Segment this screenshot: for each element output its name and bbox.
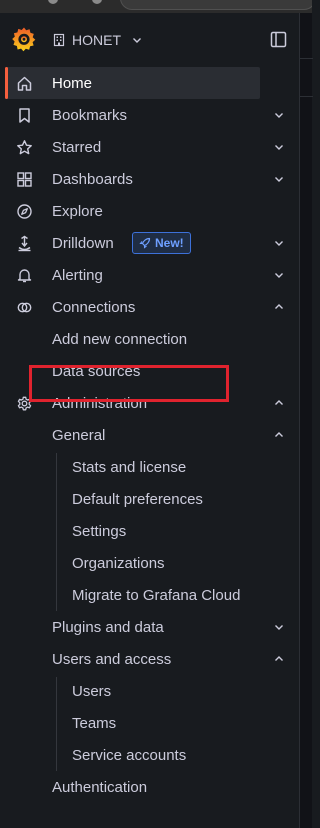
nav-item-users[interactable]: Users: [0, 675, 299, 707]
nav-item-label: Organizations: [72, 554, 165, 572]
nav-item-alerting[interactable]: Alerting: [0, 259, 299, 291]
sidebar-header: HONET: [0, 13, 299, 65]
nav-item-label: Alerting: [52, 266, 103, 284]
nav-item-migrate-to-grafana-cloud[interactable]: Migrate to Grafana Cloud: [0, 579, 299, 611]
nav-item-label: General: [52, 426, 106, 444]
nav-item-label: Stats and license: [72, 458, 187, 476]
nav-item-label: Users: [72, 682, 112, 700]
nav-item-label: Add new connection: [52, 330, 188, 348]
highlight-annotation-box: [29, 365, 229, 402]
link-icon: [17, 302, 32, 313]
browser-chrome-strip: [0, 0, 312, 13]
active-item-indicator: [5, 67, 8, 99]
nav-item-label: Plugins and data: [52, 618, 164, 636]
nav-item-label: Settings: [72, 522, 127, 540]
active-item-background: [5, 67, 260, 99]
nav-item-label: Explore: [52, 202, 103, 220]
nav-item-settings[interactable]: Settings: [0, 515, 299, 547]
nav-item-dashboards[interactable]: Dashboards: [0, 163, 299, 195]
chevron-down-icon: [133, 38, 141, 43]
bell-icon: [17, 269, 32, 283]
nav-item-label: Dashboards: [52, 170, 133, 188]
home-icon: [17, 76, 32, 91]
badge-label: New!: [155, 236, 184, 250]
nav-item-default-preferences[interactable]: Default preferences: [0, 483, 299, 515]
nav-item-plugins-and-data[interactable]: Plugins and data: [0, 611, 299, 643]
bookmark-icon: [19, 108, 30, 123]
nav-item-home[interactable]: Home: [0, 67, 299, 99]
nav-item-label: Bookmarks: [52, 106, 128, 124]
nav-item-stats-and-license[interactable]: Stats and license: [0, 451, 299, 483]
nav-item-label: Teams: [72, 714, 117, 732]
dashboard-grid-icon: [17, 172, 32, 187]
compass-icon: [17, 204, 32, 219]
nav-item-label: Service accounts: [72, 746, 187, 764]
chevron-up-icon[interactable]: [273, 397, 285, 409]
nav-item-label: Drilldown: [52, 234, 114, 252]
nav-item-label: Starred: [52, 138, 102, 156]
nav-item-authentication[interactable]: Authentication: [0, 771, 299, 803]
nav-item-label: Users and access: [52, 650, 172, 668]
new-badge: New!: [132, 232, 191, 254]
building-icon: [53, 33, 65, 47]
nav-item-connections[interactable]: Connections: [0, 291, 299, 323]
main-content-edge: [299, 13, 313, 828]
dock-menu-icon[interactable]: [270, 31, 287, 48]
nav-item-drilldown[interactable]: Drilldown New!: [0, 227, 299, 259]
nav-item-bookmarks[interactable]: Bookmarks: [0, 99, 299, 131]
chevron-down-icon[interactable]: [273, 173, 285, 185]
nav-item-label: Connections: [52, 298, 136, 316]
browser-back-icon[interactable]: [48, 0, 58, 4]
nav-sidebar: HONET Home Bookmarks Starred Dashboards …: [0, 13, 299, 828]
nav-item-general[interactable]: General: [0, 419, 299, 451]
browser-reload-icon[interactable]: [92, 0, 102, 4]
chevron-up-icon[interactable]: [273, 301, 285, 313]
nav-item-label: Migrate to Grafana Cloud: [72, 586, 241, 604]
org-switcher[interactable]: HONET: [52, 30, 143, 50]
nav-item-service-accounts[interactable]: Service accounts: [0, 739, 299, 771]
browser-address-bar[interactable]: [120, 0, 312, 10]
chevron-up-icon[interactable]: [273, 653, 285, 665]
nav-item-add-new-connection[interactable]: Add new connection: [0, 323, 299, 355]
rocket-icon: [139, 237, 151, 249]
chevron-down-icon[interactable]: [273, 269, 285, 281]
chevron-down-icon[interactable]: [273, 237, 285, 249]
org-name: HONET: [72, 32, 121, 48]
chevron-down-icon[interactable]: [273, 109, 285, 121]
nav-item-label: Home: [52, 74, 93, 92]
star-icon: [17, 140, 32, 155]
grafana-logo-icon[interactable]: [11, 26, 37, 52]
nav-item-starred[interactable]: Starred: [0, 131, 299, 163]
chevron-down-icon[interactable]: [273, 621, 285, 633]
nav-item-organizations[interactable]: Organizations: [0, 547, 299, 579]
chevron-down-icon[interactable]: [273, 141, 285, 153]
nav-item-users-and-access[interactable]: Users and access: [0, 643, 299, 675]
nav-item-explore[interactable]: Explore: [0, 195, 299, 227]
drilldown-icon: [18, 235, 31, 252]
nav-item-label: Authentication: [52, 778, 148, 796]
nav-item-teams[interactable]: Teams: [0, 707, 299, 739]
chevron-up-icon[interactable]: [273, 429, 285, 441]
nav-item-label: Default preferences: [72, 490, 203, 508]
